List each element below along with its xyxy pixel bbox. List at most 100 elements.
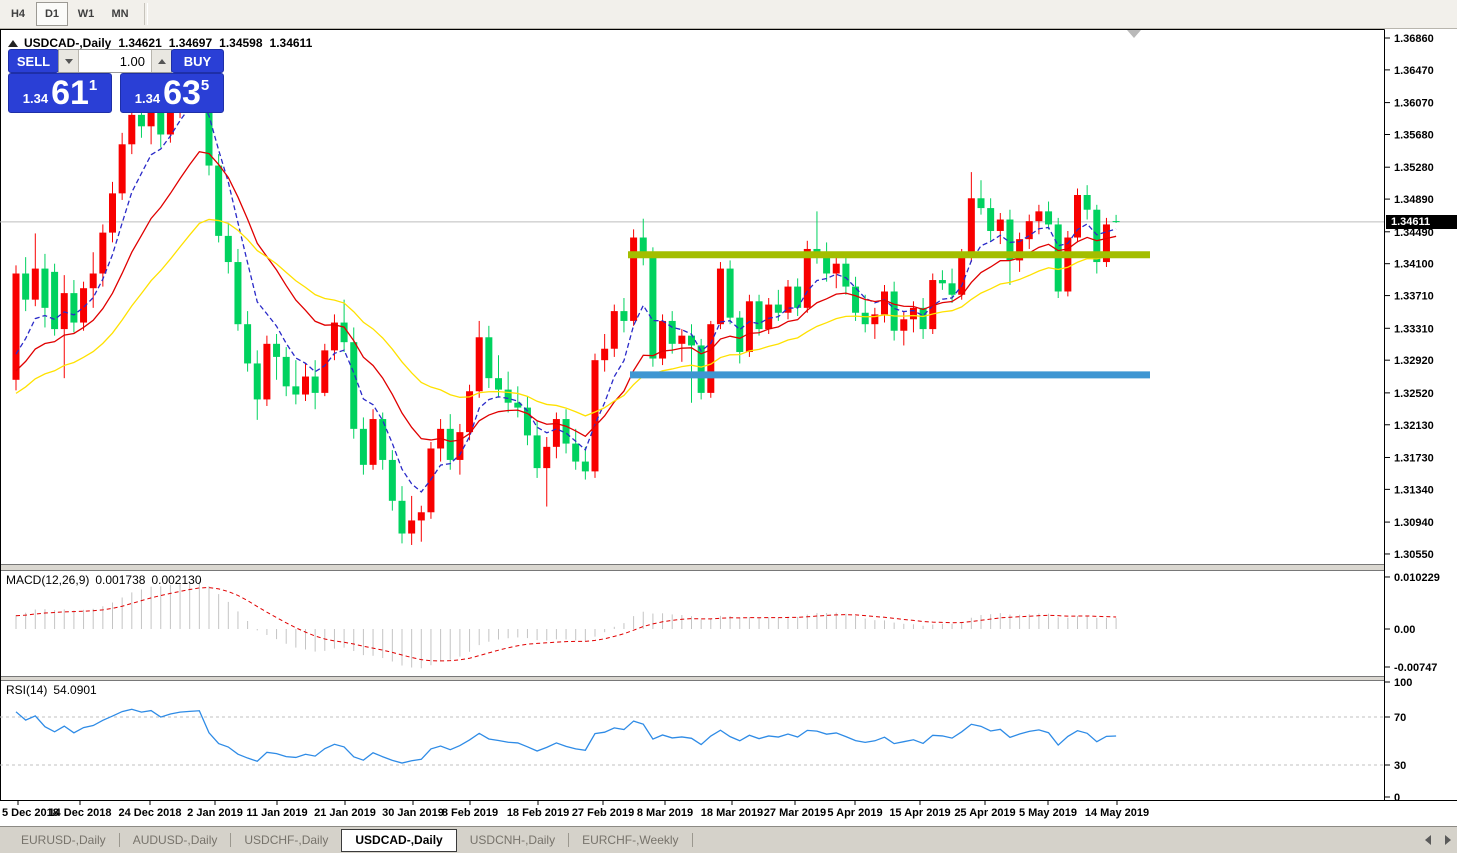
tab-audusd[interactable]: AUDUSD-,Daily [120,830,231,850]
candle [543,446,551,469]
candle [1083,194,1091,210]
candle [359,428,367,465]
time-axis-label: 8 Mar 2019 [637,807,693,819]
rsi-indicator-label: RSI(14) 54.0901 [6,683,103,697]
candle [987,208,995,231]
rsi-axis-label: 30 [1394,760,1406,772]
tab-usdchf[interactable]: USDCHF-,Daily [231,830,341,850]
sell-price-button[interactable]: 1.34 61 1 [8,73,112,113]
time-axis-label: 18 Feb 2019 [507,807,569,819]
candle [12,273,20,380]
price-axis-label: 1.31730 [1394,452,1434,464]
candle [1064,237,1072,292]
price-axis-label: 1.33710 [1394,291,1434,303]
autoscroll-icon[interactable] [1127,30,1141,38]
buy-button[interactable]: BUY [171,49,224,73]
spinner-down-icon [64,58,73,64]
rsi-value: 54.0901 [53,683,97,697]
candle [118,144,126,194]
candle [60,293,68,330]
candle [784,286,792,313]
price-axis-label: 1.35680 [1394,129,1434,141]
tab-usdcnh[interactable]: USDCNH-,Daily [457,830,568,850]
volume-down-button[interactable] [59,50,79,72]
candle [137,114,145,127]
candle [601,348,609,361]
candle [51,271,59,330]
candle [485,337,493,379]
rsi-axis-label: 0 [1394,792,1400,804]
sell-button[interactable]: SELL [8,49,59,73]
time-axis-label: 21 Jan 2019 [314,807,376,819]
candle [350,342,358,429]
price-axis-label: 1.31340 [1394,484,1434,496]
ohlc-close-value: 1.34611 [269,36,313,50]
candle [755,301,763,330]
candle [774,304,782,313]
candle [244,324,252,364]
sell-price-prefix: 1.34 [22,91,49,106]
candle [1035,211,1043,222]
price-axis-label: 1.34890 [1394,194,1434,206]
buy-price-big: 63 [163,74,201,112]
rsi-name: RSI(14) [6,683,48,697]
time-axis-label: 24 Dec 2018 [119,807,182,819]
candle [292,386,300,395]
candle [1074,194,1081,238]
time-axis-label: 14 Dec 2018 [49,807,112,819]
candle [99,232,107,274]
candle [610,311,618,349]
price-axis-label: 1.36470 [1394,65,1434,77]
symbol-tab-bar: EURUSD-,Daily AUDUSD-,Daily USDCHF-,Dail… [0,826,1457,853]
tab-scroll-controls [1425,835,1451,845]
candle [909,307,917,320]
candle [832,263,840,274]
candle [900,319,908,331]
candle [475,337,483,392]
time-axis-label: 27 Mar 2019 [764,807,826,819]
buy-price-button[interactable]: 1.34 63 5 [120,73,224,113]
rsi-axis-label: 100 [1394,677,1412,689]
macd-indicator-label: MACD(12,26,9) 0.001738 0.002130 [6,573,208,587]
tab-eurusd[interactable]: EURUSD-,Daily [8,830,119,850]
candle [861,312,869,325]
candle [302,376,309,395]
volume-control [58,49,172,73]
candle [736,317,744,352]
candle [678,335,686,344]
volume-up-button[interactable] [151,50,171,72]
chart-canvas[interactable]: 1.368601.364701.360701.356801.352801.348… [0,0,1457,826]
candle [967,198,975,256]
time-axis-label: 2 Jan 2019 [187,807,243,819]
candle [369,419,377,465]
time-axis-label: 5 May 2019 [1019,807,1077,819]
candle [31,268,39,300]
volume-input[interactable] [79,50,151,72]
tab-eurchf[interactable]: EURCHF-,Weekly [569,830,691,850]
candle [977,198,985,209]
tab-scroll-left-icon[interactable] [1425,835,1431,845]
candle [649,255,657,359]
time-axis-label: 27 Feb 2019 [572,807,634,819]
time-axis-label: 14 May 2019 [1085,807,1149,819]
candle [948,283,956,295]
tab-scroll-right-icon[interactable] [1445,835,1451,845]
candle [263,343,271,400]
macd-axis-label: 0.00 [1394,624,1415,636]
price-axis-label: 1.32130 [1394,420,1434,432]
candle [330,322,338,351]
candle [996,219,1004,231]
candle [919,307,927,330]
candle [958,255,966,295]
panel-collapse-icon[interactable] [8,39,18,47]
candle [523,407,531,436]
candle [707,324,715,393]
candle [311,376,319,393]
one-click-trading-panel: SELL BUY 1.34611 1.34635 [8,49,224,113]
time-axis-label: 30 Jan 2019 [382,807,444,819]
candle [745,301,753,352]
candle [620,311,628,321]
tab-usdcad[interactable]: USDCAD-,Daily [341,828,457,852]
time-axis-label: 5 Apr 2019 [827,807,882,819]
price-axis-label: 1.34100 [1394,259,1434,271]
